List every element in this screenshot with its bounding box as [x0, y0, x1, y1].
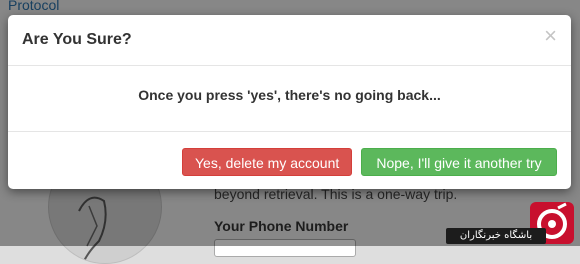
- watermark-text: باشگاه خبرنگاران: [459, 230, 533, 241]
- close-icon[interactable]: ×: [544, 25, 557, 47]
- dialog-title: Are You Sure?: [22, 31, 132, 48]
- confirm-delete-button[interactable]: Yes, delete my account: [182, 148, 352, 176]
- dialog-message: Once you press 'yes', there's no going b…: [138, 87, 441, 103]
- dialog-body: Once you press 'yes', there's no going b…: [8, 66, 571, 132]
- watermark-bar: باشگاه خبرنگاران: [446, 228, 546, 244]
- confirmation-dialog: Are You Sure? × Once you press 'yes', th…: [8, 15, 571, 189]
- cancel-button[interactable]: Nope, I'll give it another try: [361, 148, 557, 176]
- dialog-header: Are You Sure? ×: [8, 15, 571, 66]
- watermark: باشگاه خبرنگاران: [446, 200, 580, 246]
